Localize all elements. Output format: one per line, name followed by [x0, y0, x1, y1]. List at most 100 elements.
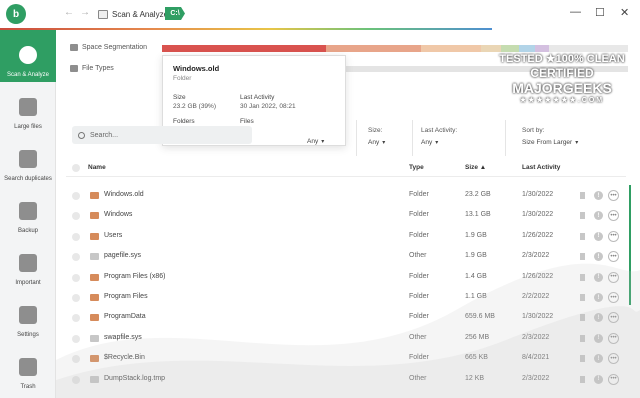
table-row[interactable]: Windows Folder 13.1 GB 1/30/2022! ••• — [66, 206, 626, 226]
table-row[interactable]: Users Folder 1.9 GB 1/26/2022! ••• — [66, 227, 626, 247]
more-options-icon[interactable]: ••• — [608, 271, 619, 283]
bookmark-icon[interactable] — [580, 232, 585, 240]
type-filter[interactable]: Any ▾ — [307, 133, 324, 145]
bookmark-icon[interactable] — [580, 253, 585, 261]
sort-filter-value: Size From Larger — [522, 139, 573, 146]
bookmark-icon[interactable] — [580, 294, 585, 301]
tooltip-files-label: Files — [240, 118, 254, 125]
info-icon[interactable]: ! — [594, 333, 603, 343]
more-options-icon[interactable]: ••• — [608, 312, 619, 324]
row-checkbox[interactable] — [72, 375, 80, 384]
maximize-button[interactable]: ☐ — [595, 6, 605, 19]
info-icon[interactable]: ! — [594, 231, 603, 241]
row-name: $Recycle.Bin — [104, 354, 145, 362]
info-icon[interactable]: ! — [594, 354, 603, 364]
info-icon[interactable]: ! — [594, 293, 603, 302]
table-row[interactable]: Windows.old Folder 23.2 GB 1/30/2022! ••• — [66, 186, 626, 206]
table-row[interactable]: Program Files (x86) Folder 1.4 GB 1/26/2022… — [66, 268, 626, 288]
row-checkbox[interactable] — [72, 212, 80, 221]
row-size: 1.4 GB — [465, 272, 487, 280]
bookmark-icon[interactable] — [580, 192, 585, 199]
row-size: 665 KB — [465, 354, 488, 362]
bookmark-icon[interactable] — [580, 273, 585, 281]
row-checkbox[interactable] — [72, 253, 80, 262]
column-type[interactable]: Type — [409, 164, 424, 171]
row-type: Folder — [409, 272, 429, 280]
search-duplicates-icon — [19, 150, 37, 168]
row-checkbox[interactable] — [72, 273, 80, 282]
more-options-icon[interactable]: ••• — [608, 353, 619, 365]
table-row[interactable]: ProgramData Folder 659.6 MB 1/30/2022! ••• — [66, 308, 626, 328]
row-checkbox[interactable] — [72, 314, 80, 323]
segment-pagefile[interactable] — [481, 45, 501, 52]
scrollbar[interactable] — [629, 185, 631, 305]
table-row[interactable]: DumpStack.log.tmp Other 12 KB 2/3/2022! ••• — [66, 370, 626, 390]
column-last-activity[interactable]: Last Activity — [522, 164, 560, 171]
bookmark-icon[interactable] — [580, 334, 585, 342]
activity-filter[interactable]: Last Activity: Any ▾ — [421, 127, 457, 146]
bookmark-icon[interactable] — [580, 212, 585, 220]
sidebar-item-label: Large files — [14, 124, 42, 130]
segment-program-files[interactable] — [519, 45, 535, 52]
table-row[interactable]: Program Files Folder 1.1 GB 2/2/2022! ••• — [66, 288, 626, 308]
search-input[interactable]: Search... — [90, 132, 118, 139]
info-icon[interactable]: ! — [594, 272, 603, 282]
folder-icon — [90, 273, 99, 281]
select-all-checkbox[interactable] — [72, 164, 80, 174]
bookmark-icon[interactable] — [580, 355, 585, 363]
bookmark-icon[interactable] — [580, 314, 585, 322]
forward-arrow-icon[interactable]: → — [80, 7, 90, 18]
sidebar-item-trash[interactable]: Trash — [0, 342, 56, 394]
segment-programdata[interactable] — [535, 45, 549, 52]
row-checkbox[interactable] — [72, 192, 80, 200]
drive-selector[interactable]: C:\ — [165, 7, 185, 20]
more-options-icon[interactable]: ••• — [608, 332, 619, 344]
bookmark-icon[interactable] — [580, 375, 585, 383]
segment-other[interactable] — [549, 45, 628, 52]
row-size: 23.2 GB — [465, 191, 491, 198]
breadcrumb[interactable]: Scan & Analyze — [98, 7, 168, 21]
row-checkbox[interactable] — [72, 355, 80, 364]
row-type: Folder — [409, 191, 429, 198]
file-types-label: File Types — [70, 65, 114, 72]
sidebar-item-large-files[interactable]: Large files — [0, 82, 56, 134]
close-button[interactable]: ✕ — [620, 6, 629, 19]
sidebar-item-scan-analyze[interactable]: Scan & Analyze — [0, 30, 56, 82]
segment-windows-old[interactable] — [162, 45, 326, 52]
trash-icon — [19, 358, 37, 376]
info-icon[interactable]: ! — [594, 211, 603, 221]
row-checkbox[interactable] — [72, 334, 80, 343]
sort-filter[interactable]: Sort by: Size From Larger ▾ — [522, 127, 578, 146]
search-box[interactable]: Search... — [72, 126, 252, 144]
space-segmentation-bar[interactable] — [162, 45, 628, 52]
row-checkbox[interactable] — [72, 232, 80, 241]
segment-windows[interactable] — [326, 45, 421, 52]
row-checkbox[interactable] — [72, 294, 80, 302]
sidebar-item-backup[interactable]: Backup — [0, 186, 56, 238]
tooltip-size-value: 23.2 GB (39%) — [173, 103, 216, 110]
info-icon[interactable]: ! — [594, 191, 603, 200]
table-row[interactable]: $Recycle.Bin Folder 665 KB 8/4/2021! ••• — [66, 349, 626, 369]
more-options-icon[interactable]: ••• — [608, 230, 619, 242]
column-size[interactable]: Size ▲ — [465, 164, 486, 171]
row-type: Other — [409, 252, 427, 260]
more-options-icon[interactable]: ••• — [608, 210, 619, 222]
more-options-icon[interactable]: ••• — [608, 373, 619, 385]
back-arrow-icon[interactable]: ← — [64, 7, 74, 18]
segment-users[interactable] — [421, 45, 481, 52]
info-icon[interactable]: ! — [594, 252, 603, 262]
segment-program-files-x86[interactable] — [501, 45, 519, 52]
sidebar-item-search-duplicates[interactable]: Search duplicates — [0, 134, 56, 186]
table-row[interactable]: swapfile.sys Other 256 MB 2/3/2022! ••• — [66, 329, 626, 349]
sidebar-item-important[interactable]: Important — [0, 238, 56, 290]
info-icon[interactable]: ! — [594, 313, 603, 323]
table-row[interactable]: pagefile.sys Other 1.9 GB 2/3/2022! ••• — [66, 247, 626, 267]
column-name[interactable]: Name — [88, 164, 106, 171]
sidebar-item-settings[interactable]: Settings — [0, 290, 56, 342]
info-icon[interactable]: ! — [594, 374, 603, 384]
minimize-button[interactable]: — — [570, 6, 581, 18]
more-options-icon[interactable]: ••• — [608, 251, 619, 263]
more-options-icon[interactable]: ••• — [608, 292, 619, 303]
more-options-icon[interactable]: ••• — [608, 190, 619, 201]
size-filter[interactable]: Size: Any ▾ — [368, 127, 385, 146]
